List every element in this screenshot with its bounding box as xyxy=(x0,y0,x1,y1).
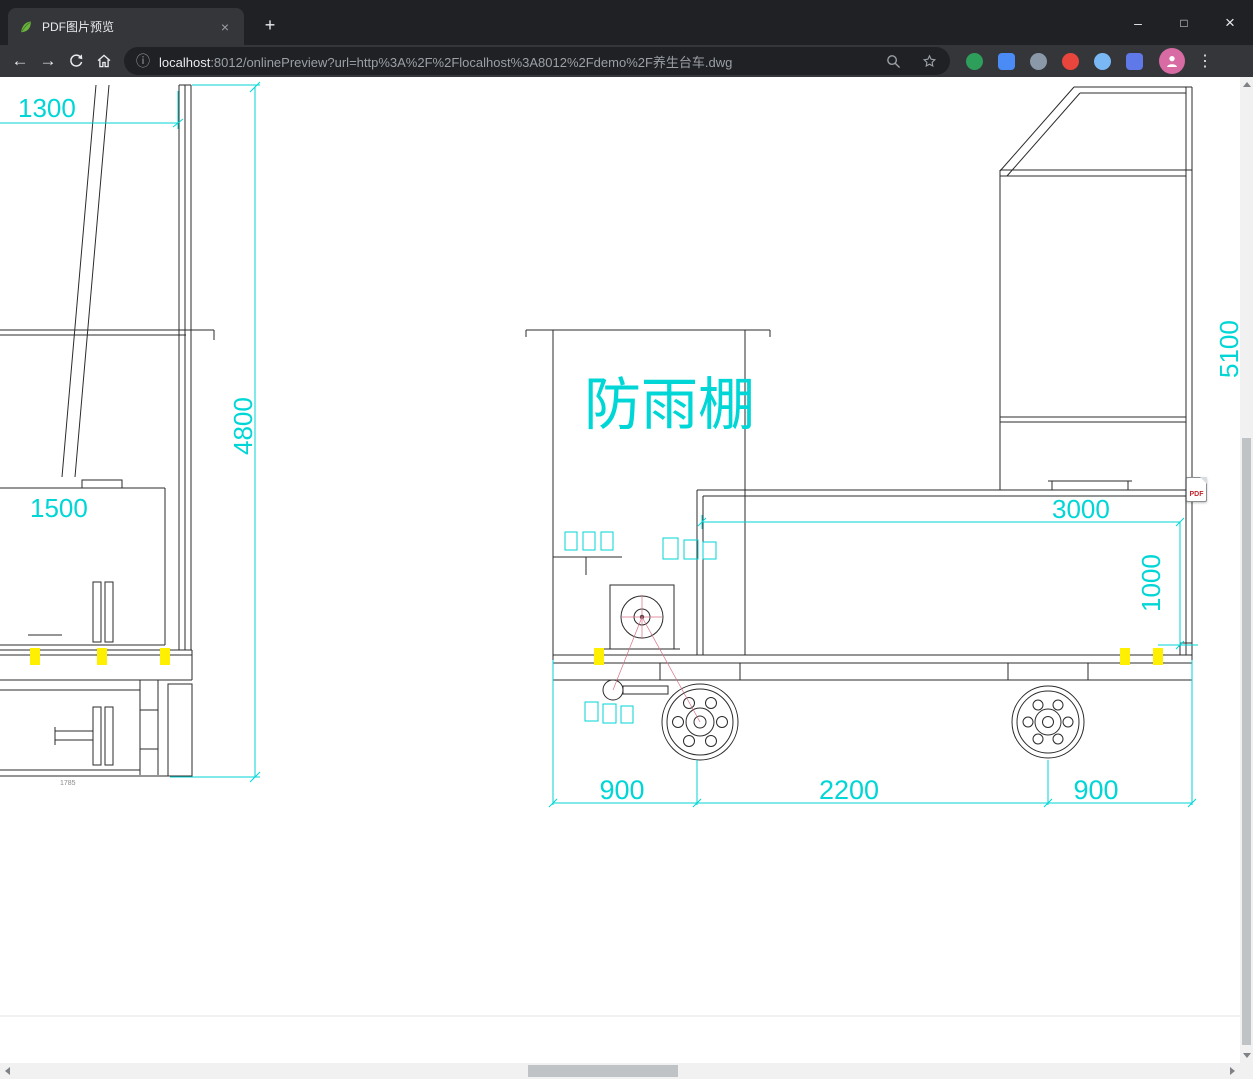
dim-3000-label: 3000 xyxy=(1052,494,1110,524)
address-bar[interactable]: ⓘ localhost:8012/onlinePreview?url=http%… xyxy=(124,47,950,75)
dimension-lines xyxy=(0,81,1198,808)
page-info-icon[interactable]: ⓘ xyxy=(136,51,150,71)
left-elevation-view xyxy=(0,84,215,777)
scroll-down-arrow-icon[interactable] xyxy=(1243,1053,1251,1058)
url-path: :8012/onlinePreview?url=http%3A%2F%2Floc… xyxy=(210,54,733,70)
scroll-right-arrow-icon[interactable] xyxy=(1230,1067,1235,1075)
dim-900-left-label: 900 xyxy=(599,775,644,805)
tab-close-icon[interactable]: × xyxy=(216,18,234,36)
extensions-row xyxy=(966,52,1143,70)
extension-icon-4[interactable] xyxy=(1062,52,1079,70)
vertical-scroll-thumb[interactable] xyxy=(1242,438,1251,1045)
scroll-up-arrow-icon[interactable] xyxy=(1243,82,1251,87)
pdf-file-badge[interactable]: PDF xyxy=(1186,477,1207,502)
dim-1785-label: 1785 xyxy=(60,780,76,787)
dim-2200-label: 2200 xyxy=(819,775,879,805)
reload-icon[interactable] xyxy=(62,47,90,75)
person-icon xyxy=(1167,56,1177,67)
bookmark-star-icon[interactable] xyxy=(921,53,938,70)
dim-900-right-label: 900 xyxy=(1073,775,1118,805)
dim-4800-label: 4800 xyxy=(228,397,258,455)
extension-icon-1[interactable] xyxy=(966,52,983,70)
dimension-labels: 1300 1500 4800 防雨棚 5100 3000 1000 900 22… xyxy=(18,93,1241,805)
spring-leaf-favicon xyxy=(21,21,31,32)
browser-tab[interactable]: PDF图片预览 × xyxy=(8,8,244,45)
scrollbar-corner xyxy=(1240,1063,1253,1079)
highlight-mark xyxy=(594,648,604,665)
extension-icon-6[interactable] xyxy=(1126,52,1143,70)
browser-toolbar: ← → ⓘ localhost:8012/onlinePreview?url=h… xyxy=(0,45,1253,77)
new-tab-button[interactable]: + xyxy=(257,12,283,38)
cad-drawing: 1300 1500 4800 防雨棚 5100 3000 1000 900 22… xyxy=(0,81,1241,1017)
zoom-icon[interactable] xyxy=(885,53,902,70)
extension-icon-2[interactable] xyxy=(998,52,1015,70)
centerline xyxy=(612,595,701,723)
maximize-button[interactable]: □ xyxy=(1161,0,1207,45)
highlight-mark xyxy=(97,648,107,665)
shelter-label: 防雨棚 xyxy=(584,373,755,437)
titlebar: PDF图片预览 × + – □ × xyxy=(0,0,1253,45)
minimize-button[interactable]: – xyxy=(1115,0,1161,45)
profile-avatar[interactable] xyxy=(1159,48,1185,74)
back-icon[interactable]: ← xyxy=(6,47,34,75)
dim-1000-label: 1000 xyxy=(1136,554,1166,612)
page-content: 1300 1500 4800 防雨棚 5100 3000 1000 900 22… xyxy=(0,77,1253,1079)
dim-1300-label: 1300 xyxy=(18,93,76,123)
wheel xyxy=(1011,685,1085,759)
dim-1500-label: 1500 xyxy=(30,493,88,523)
url-host: localhost xyxy=(159,54,211,70)
window-controls: – □ × xyxy=(1115,0,1253,45)
extension-icon-3[interactable] xyxy=(1030,52,1047,70)
dim-5100-label: 5100 xyxy=(1214,320,1241,378)
tab-title: PDF图片预览 xyxy=(42,20,115,34)
home-icon[interactable] xyxy=(90,47,118,75)
horizontal-scroll-thumb[interactable] xyxy=(528,1065,678,1077)
vertical-scrollbar[interactable] xyxy=(1240,77,1253,1063)
close-button[interactable]: × xyxy=(1207,0,1253,45)
highlight-mark xyxy=(160,648,170,665)
highlight-mark xyxy=(1153,648,1163,665)
forward-icon[interactable]: → xyxy=(34,47,62,75)
scroll-left-arrow-icon[interactable] xyxy=(5,1067,10,1075)
highlight-mark xyxy=(1120,648,1130,665)
highlight-mark xyxy=(30,648,40,665)
url-text[interactable]: localhost:8012/onlinePreview?url=http%3A… xyxy=(159,52,866,71)
horizontal-scrollbar[interactable] xyxy=(0,1063,1240,1079)
menu-icon[interactable]: ⋮ xyxy=(1191,51,1219,71)
extension-icon-5[interactable] xyxy=(1094,52,1111,70)
